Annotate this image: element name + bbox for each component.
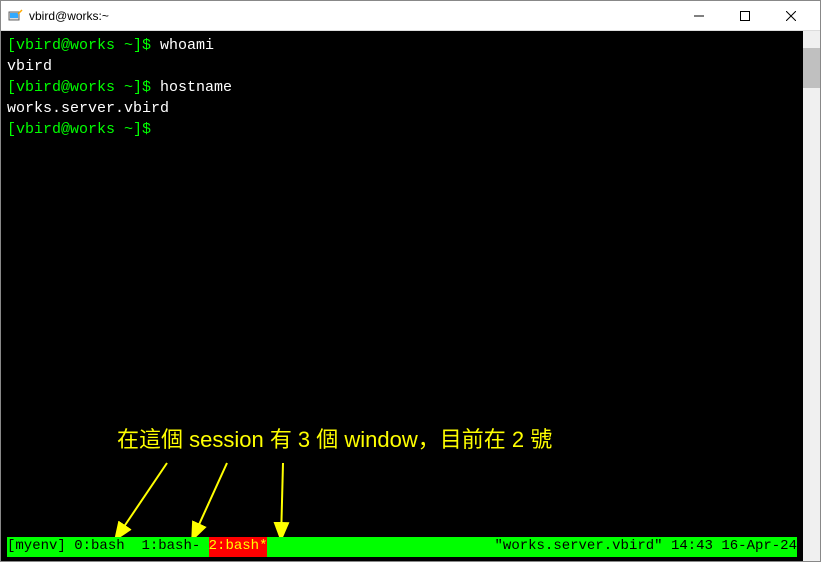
tmux-statusbar: [myenv] 0:bash 1:bash- 2:bash* "works.se…	[7, 537, 797, 557]
annotation-arrows	[87, 455, 347, 550]
terminal-line: vbird	[7, 56, 797, 77]
terminal-line: works.server.vbird	[7, 98, 797, 119]
scrollbar-thumb[interactable]	[803, 48, 820, 88]
maximize-button[interactable]	[722, 2, 768, 30]
status-right: "works.server.vbird" 14:43 16-Apr-24	[495, 537, 797, 557]
window-title: vbird@works:~	[29, 9, 676, 23]
tmux-window-1[interactable]: 1:bash-	[141, 537, 200, 557]
titlebar[interactable]: vbird@works:~	[1, 1, 820, 31]
minimize-button[interactable]	[676, 2, 722, 30]
annotation-text: 在這個 session 有 3 個 window，目前在 2 號	[117, 425, 552, 456]
terminal-line: [vbird@works ~]$	[7, 119, 797, 140]
tmux-window-0[interactable]: 0:bash	[74, 537, 133, 557]
app-window: vbird@works:~ [vbird@works ~]$ whoami vb…	[0, 0, 821, 562]
close-button[interactable]	[768, 2, 814, 30]
terminal[interactable]: [vbird@works ~]$ whoami vbird [vbird@wor…	[1, 31, 820, 561]
putty-icon	[7, 8, 23, 24]
window-controls	[676, 2, 814, 30]
tmux-window-2[interactable]: 2:bash*	[209, 537, 268, 557]
scrollbar[interactable]	[803, 31, 820, 561]
terminal-line: [vbird@works ~]$ hostname	[7, 77, 797, 98]
terminal-line: [vbird@works ~]$ whoami	[7, 35, 797, 56]
status-session: [myenv]	[7, 537, 66, 557]
